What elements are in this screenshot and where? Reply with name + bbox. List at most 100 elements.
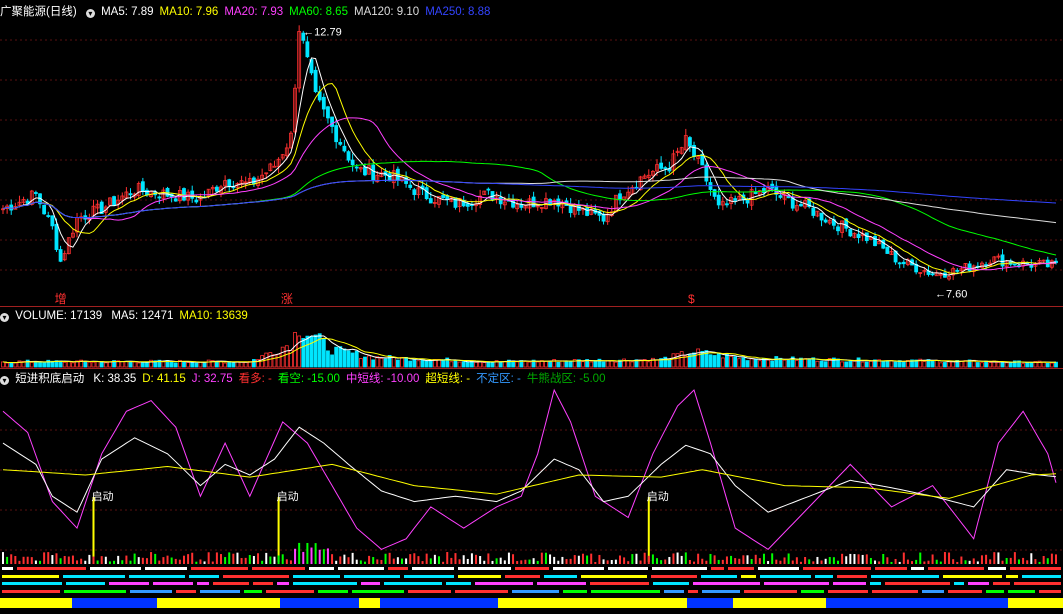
stock-chart[interactable]: ←12.79 ←7.60 增 涨 $ 启动 启动 启动 [0, 0, 1063, 614]
histogram-bar [14, 556, 17, 564]
volume-bar [675, 353, 680, 368]
candle-body [50, 215, 55, 227]
volume-bar [42, 362, 47, 368]
histogram-bar [499, 557, 502, 564]
volume-bar [1025, 362, 1030, 368]
strip-segment [388, 567, 408, 570]
histogram-bar [668, 556, 671, 564]
strip-segment [801, 590, 824, 593]
candle-body [856, 233, 861, 239]
volume-bar [194, 362, 199, 368]
volume-bar [1021, 363, 1025, 368]
histogram-bar [425, 553, 428, 564]
strip-segment [537, 582, 586, 585]
histogram-bar [598, 554, 601, 564]
price-indicator-3: MA60: 8.65 [289, 6, 348, 18]
strip-segment [744, 590, 797, 593]
histogram-bar [882, 553, 885, 564]
panel-divider [0, 306, 1063, 307]
histogram-bar [849, 553, 852, 564]
volume-bar [708, 354, 713, 368]
histogram-bar [816, 556, 819, 564]
histogram-bar [919, 552, 922, 564]
histogram-bar [775, 559, 778, 564]
candle-body [823, 219, 828, 223]
strip-segment [803, 567, 871, 570]
volume-bar [564, 360, 569, 368]
strip-segment [153, 582, 193, 585]
histogram-bar [676, 552, 679, 564]
candle-body [354, 166, 359, 169]
histogram-bar [318, 549, 321, 564]
strip-segment [553, 567, 604, 570]
collapse-icon[interactable]: ▾ [0, 376, 9, 385]
candle-body [42, 204, 47, 215]
candle-body [46, 215, 51, 217]
strip-segment [455, 590, 508, 593]
collapse-icon[interactable]: ▾ [0, 313, 9, 322]
volume-title: VOLUME: 17139 [15, 310, 103, 322]
volume-legend: ▾ VOLUME: 17139 MA5: 12471 MA10: 13639 [0, 308, 260, 324]
volume-bar [29, 361, 34, 368]
histogram-bar [187, 554, 190, 564]
volume-bar [326, 350, 330, 368]
histogram-bar [964, 560, 967, 564]
histogram-bar [76, 560, 79, 564]
histogram-bar [294, 548, 297, 564]
strip-segment [608, 567, 648, 570]
histogram-bar [409, 554, 412, 564]
strip-segment [176, 590, 196, 593]
histogram-bar [67, 556, 70, 564]
histogram-bar [980, 555, 983, 564]
histogram-bar [528, 559, 531, 564]
histogram-bar [306, 542, 309, 564]
histogram-bar [1022, 557, 1025, 564]
histogram-bar [108, 561, 111, 564]
strip-segment [943, 575, 1002, 578]
histogram-bar [289, 560, 292, 564]
histogram-bar [869, 557, 872, 564]
volume-bar [523, 360, 528, 368]
zone-bar [380, 598, 439, 608]
volume-bar [301, 338, 306, 368]
volume-bar [441, 359, 446, 368]
collapse-icon[interactable]: ▾ [85, 9, 95, 18]
indicator-value-2: J: 32.75 [191, 373, 233, 385]
volume-bar [498, 361, 503, 368]
histogram-bar [458, 559, 461, 564]
volume-bar [342, 348, 347, 368]
volume-bar [276, 353, 281, 368]
histogram-bar [923, 561, 926, 564]
histogram-bar [339, 556, 342, 564]
volume-bar [568, 361, 573, 368]
volume-bar [782, 359, 787, 368]
histogram-bar [269, 556, 272, 564]
histogram-bar [960, 556, 963, 564]
histogram-bar [799, 561, 802, 564]
histogram-bar [886, 557, 889, 564]
volume-bar [646, 361, 651, 368]
volume-bar [490, 361, 495, 368]
histogram-bar [454, 553, 457, 564]
volume-bar [284, 345, 289, 368]
ma-line-10 [2, 82, 1057, 274]
histogram-bar [656, 558, 659, 564]
candle-body [424, 187, 429, 200]
histogram-bar [635, 553, 638, 564]
histogram-bar [968, 560, 971, 564]
histogram-bar [335, 560, 338, 564]
histogram-bar [376, 559, 379, 564]
strip-segment [815, 575, 833, 578]
zone-bar [558, 598, 603, 608]
volume-bar [321, 338, 326, 368]
candle-body [819, 212, 824, 221]
candle-body [173, 198, 178, 202]
zone-bar [826, 598, 924, 608]
strip-segment [130, 590, 172, 593]
zone-bar [72, 598, 157, 608]
histogram-bar [450, 557, 453, 564]
candle-body [182, 188, 186, 201]
strip-segment [563, 590, 587, 593]
histogram-bar [129, 560, 132, 564]
volume-bar [400, 356, 404, 368]
